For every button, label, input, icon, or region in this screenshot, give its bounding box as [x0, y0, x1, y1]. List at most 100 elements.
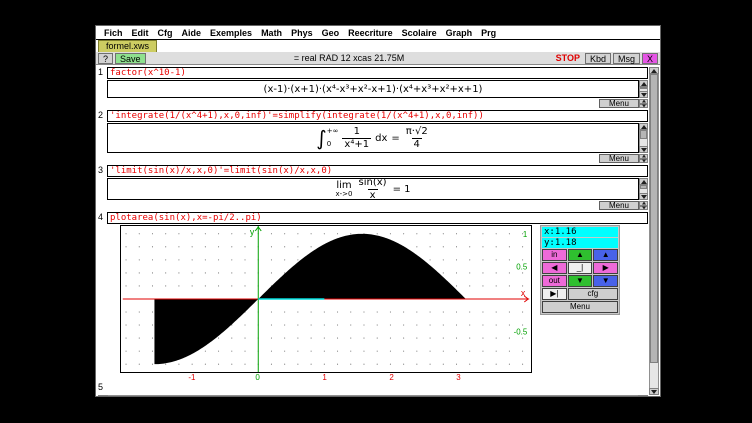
- help-button[interactable]: ?: [98, 53, 113, 64]
- entry-1-command-row: 1 factor(x^10-1): [98, 67, 648, 79]
- animate-button[interactable]: ▶|: [542, 288, 567, 300]
- scroll-left-icon[interactable]: [98, 395, 108, 396]
- tilt-down-button[interactable]: ▼: [593, 275, 618, 287]
- pan-right-button[interactable]: ▶: [593, 262, 618, 274]
- integrand-fraction: 1 x⁴+1: [342, 127, 371, 150]
- answer-output: (x-1)·(x+1)·(x⁴-x³+x²-x+1)·(x⁴+x³+x²+x+1…: [107, 80, 639, 98]
- integral: ∫ +∞ 0: [316, 127, 338, 149]
- menu-scolaire[interactable]: Scolaire: [402, 28, 437, 38]
- stop-button[interactable]: STOP: [553, 53, 583, 63]
- resize-arrows[interactable]: [639, 201, 648, 210]
- answer-scrollbar[interactable]: [639, 80, 648, 98]
- scroll-up-icon[interactable]: [649, 67, 659, 74]
- answer-output: ∫ +∞ 0 1 x⁴+1 dx = π: [107, 123, 639, 153]
- menu-math[interactable]: Math: [261, 28, 282, 38]
- pan-down-button[interactable]: ▼: [568, 275, 593, 287]
- scrollbar-thumb[interactable]: [640, 130, 647, 139]
- scrollbar-thumb[interactable]: [640, 185, 647, 189]
- x-tick-label: 0: [255, 373, 259, 382]
- zoom-out-button[interactable]: out: [542, 275, 567, 287]
- upper-bound: +∞: [327, 128, 339, 135]
- menu-aide[interactable]: Aide: [182, 28, 202, 38]
- svg-text:x: x: [521, 288, 526, 298]
- save-button[interactable]: Save: [115, 53, 146, 64]
- x-tick-label: 3: [456, 373, 460, 382]
- scroll-down-icon[interactable]: [639, 193, 648, 200]
- menu-fich[interactable]: Fich: [104, 28, 123, 38]
- answer-menu-button[interactable]: Menu: [599, 154, 639, 163]
- menu-geo[interactable]: Geo: [322, 28, 340, 38]
- lower-bound: 0: [327, 141, 339, 148]
- plot-canvas[interactable]: xy10.5-0.5: [120, 225, 532, 373]
- menu-graph[interactable]: Graph: [446, 28, 473, 38]
- limit-operator: lim x->0: [336, 181, 353, 198]
- statusbar: ? Save = real RAD 12 xcas 21.75M STOP Kb…: [96, 52, 660, 65]
- sin-area-plot[interactable]: xy10.5-0.5: [121, 226, 531, 372]
- status-text[interactable]: = real RAD 12 xcas 21.75M: [148, 53, 551, 63]
- scrollbar-track[interactable]: [639, 185, 648, 193]
- entry-5-row: 5: [98, 382, 648, 393]
- tab-bar: formel.xws: [96, 40, 660, 52]
- scroll-down-icon[interactable]: [639, 159, 648, 164]
- entry-number: 4: [98, 212, 107, 224]
- close-button[interactable]: X: [642, 53, 658, 64]
- scrollbar-track[interactable]: [639, 130, 648, 146]
- answer-menu-button[interactable]: Menu: [599, 99, 639, 108]
- menubar: Fich Edit Cfg Aide Exemples Math Phys Ge…: [96, 26, 660, 40]
- limit-result: = 1: [393, 184, 411, 195]
- entry-2-answer-row: ∫ +∞ 0 1 x⁴+1 dx = π: [107, 123, 648, 153]
- scroll-down-icon[interactable]: [649, 388, 659, 395]
- command-input[interactable]: factor(x^10-1): [107, 67, 648, 79]
- tilt-up-button[interactable]: ▲: [593, 249, 618, 261]
- x-tick-label: -1: [188, 373, 195, 382]
- limit-fraction: sin(x) x: [357, 178, 389, 200]
- session-area: 1 factor(x^10-1) (x-1)·(x+1)·(x⁴-x³+x²-x…: [96, 65, 660, 396]
- cfg-button[interactable]: cfg: [568, 288, 618, 300]
- menu-reecriture[interactable]: Reecriture: [348, 28, 393, 38]
- zoom-in-button[interactable]: in: [542, 249, 567, 261]
- resize-arrows[interactable]: [639, 99, 648, 108]
- command-input[interactable]: plotarea(sin(x),x=-pi/2..pi): [107, 212, 648, 224]
- scroll-down-icon[interactable]: [639, 91, 648, 98]
- vscrollbar-thumb[interactable]: [650, 74, 658, 363]
- resize-arrows[interactable]: [639, 154, 648, 163]
- svg-text:1: 1: [523, 230, 527, 239]
- graph-menu-button[interactable]: Menu: [542, 301, 618, 313]
- command-input[interactable]: 'integrate(1/(x^4+1),x,0,inf)'=simplify(…: [107, 110, 648, 122]
- scrollbar-thumb[interactable]: [640, 87, 647, 89]
- pan-up-button[interactable]: ▲: [568, 249, 593, 261]
- session-horizontal-scrollbar[interactable]: [98, 395, 648, 396]
- differential: dx: [375, 133, 387, 144]
- menu-edit[interactable]: Edit: [132, 28, 149, 38]
- plot-column: xy10.5-0.5 -1 0 1 2 3: [120, 225, 534, 382]
- entry-1-menu-row: Menu: [98, 99, 648, 108]
- scroll-up-icon[interactable]: [639, 80, 648, 87]
- hscrollbar-track[interactable]: [108, 395, 638, 396]
- scroll-up-icon[interactable]: [639, 178, 648, 185]
- menu-phys[interactable]: Phys: [291, 28, 313, 38]
- kbd-button[interactable]: Kbd: [585, 53, 611, 64]
- answer-scrollbar[interactable]: [639, 123, 648, 153]
- scroll-down-icon[interactable]: [639, 104, 648, 109]
- vscrollbar-track[interactable]: [649, 74, 659, 388]
- tab-formel-xws[interactable]: formel.xws: [98, 40, 157, 52]
- integral-expression: ∫ +∞ 0 1 x⁴+1 dx = π: [316, 127, 429, 150]
- scroll-down-icon[interactable]: [639, 206, 648, 211]
- pan-left-button[interactable]: ◀: [542, 262, 567, 274]
- cursor-x-readout: x:1.16: [542, 227, 618, 237]
- session-vertical-scrollbar[interactable]: [649, 67, 659, 395]
- answer-scrollbar[interactable]: [639, 178, 648, 200]
- menu-prg[interactable]: Prg: [481, 28, 496, 38]
- graph-button-grid: in ▲ ▲ ◀ _| ▶ out ▼ ▼ ▶| cfg Menu: [542, 249, 618, 313]
- menu-exemples[interactable]: Exemples: [210, 28, 252, 38]
- x-tick-label: 2: [389, 373, 393, 382]
- menu-cfg[interactable]: Cfg: [158, 28, 173, 38]
- scroll-right-icon[interactable]: [638, 395, 648, 396]
- answer-menu-button[interactable]: Menu: [599, 201, 639, 210]
- command-input[interactable]: 'limit(sin(x)/x,x,0)'=limit(sin(x)/x,x,0…: [107, 165, 648, 177]
- msg-button[interactable]: Msg: [613, 53, 640, 64]
- scroll-up-icon[interactable]: [639, 123, 648, 130]
- orthonormal-button[interactable]: _|: [568, 262, 593, 274]
- scroll-down-icon[interactable]: [639, 146, 648, 153]
- limit-expression: lim x->0 sin(x) x = 1: [336, 178, 411, 200]
